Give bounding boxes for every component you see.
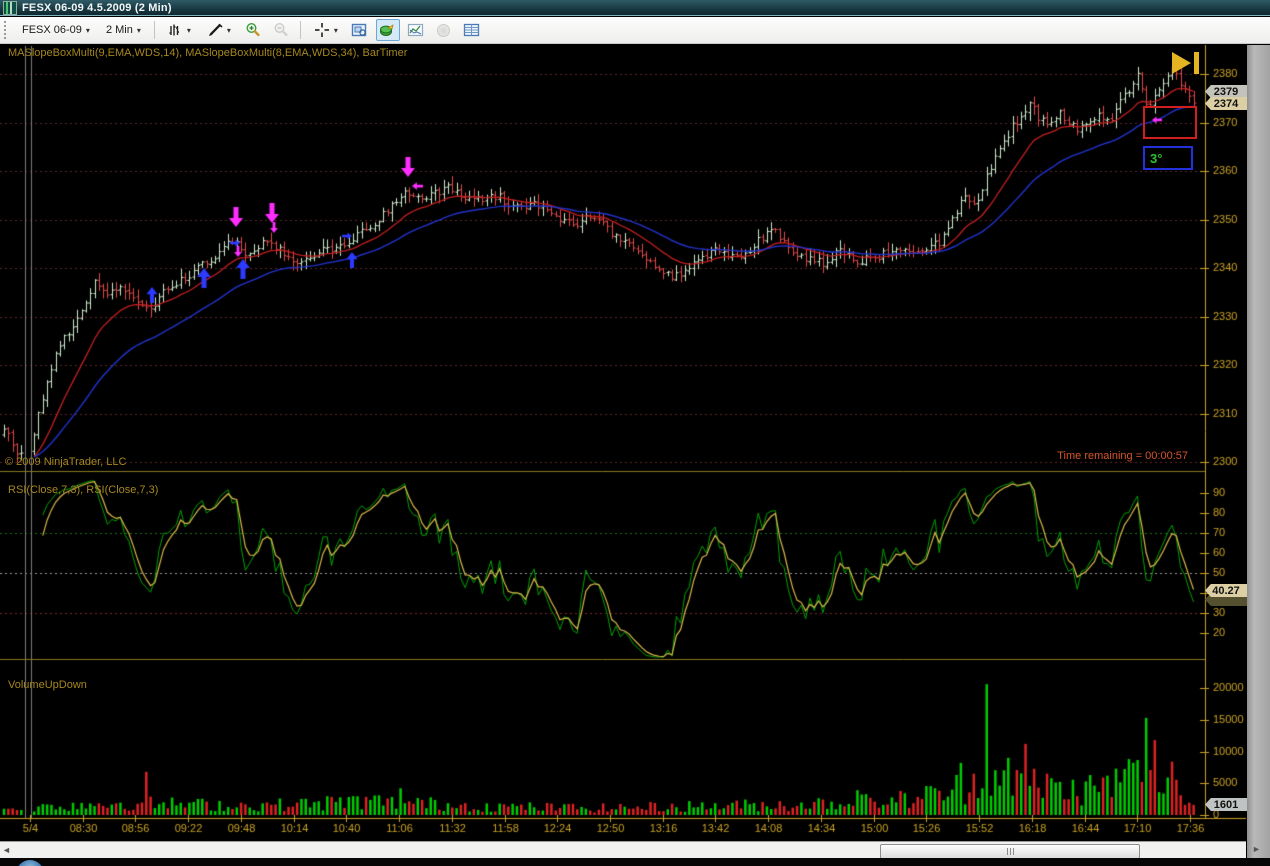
chevron-down-icon: ▾ xyxy=(136,25,141,35)
data-grid-icon xyxy=(464,23,480,37)
scroll-right-arrow-icon[interactable]: ► xyxy=(1252,844,1261,854)
slope-annotation-text: 3° xyxy=(1150,150,1163,166)
price-panel-indicator-label: MASlopeBoxMulti(9,EMA,WDS,14), MASlopeBo… xyxy=(8,47,408,59)
scroll-left-arrow-icon[interactable]: ◄ xyxy=(2,845,11,855)
interval-selector[interactable]: 2 Min ▾ xyxy=(100,21,147,39)
chevron-down-icon: ▾ xyxy=(226,25,231,35)
chart-style-icon xyxy=(169,24,179,35)
rsi-value-tag: 40.27 xyxy=(1205,584,1247,597)
chevron-down-icon: ▾ xyxy=(186,25,191,35)
scrollbar-thumb[interactable] xyxy=(880,844,1140,859)
replay-play-icon[interactable] xyxy=(1172,52,1191,74)
zoom-in-button[interactable] xyxy=(241,19,265,41)
toolbar: FESX 06-09 ▾ 2 Min ▾ ▾ ▾ ▾ xyxy=(0,17,1270,44)
crosshair-button[interactable]: ▾ xyxy=(308,19,344,41)
start-orb-icon[interactable] xyxy=(16,860,44,866)
copyright-label: © 2009 NinjaTrader, LLC xyxy=(5,456,127,468)
chart-canvas[interactable] xyxy=(0,0,1270,866)
toolbar-grip[interactable] xyxy=(4,21,10,39)
zoom-out-button xyxy=(269,19,293,41)
connection-status-icon xyxy=(437,23,451,37)
price-tag-behind: 2379 xyxy=(1205,85,1247,98)
chart-window-icon xyxy=(352,23,367,37)
slope-annotation-box[interactable]: 3° xyxy=(1143,146,1193,170)
interval-label: 2 Min xyxy=(105,24,133,36)
mini-chart-button[interactable] xyxy=(404,19,428,41)
chart-style-button[interactable]: ▾ xyxy=(162,20,197,41)
price-annotation-box[interactable] xyxy=(1143,106,1197,139)
connection-status-button xyxy=(432,19,456,41)
volume-value-tag: 1601 xyxy=(1205,798,1247,811)
window-title: FESX 06-09 4.5.2009 (2 Min) xyxy=(22,1,172,14)
instrument-selector[interactable]: FESX 06-09 ▾ xyxy=(16,21,96,39)
app-icon xyxy=(3,0,17,15)
draw-tool-button[interactable]: ▾ xyxy=(201,20,237,41)
chart-window-button[interactable] xyxy=(348,19,372,41)
zoom-out-icon xyxy=(274,22,288,37)
chart-trader-button[interactable] xyxy=(375,19,400,41)
taskbar-edge xyxy=(0,858,1270,866)
volume-panel-indicator-label: VolumeUpDown xyxy=(8,679,87,691)
chevron-down-icon: ▾ xyxy=(333,25,338,35)
rsi-panel-indicator-label: RSI(Close,7,3), RSI(Close,7,3) xyxy=(8,484,159,496)
toolbar-separator xyxy=(153,21,155,39)
zoom-in-icon xyxy=(246,22,260,37)
instrument-label: FESX 06-09 xyxy=(22,24,82,36)
crosshair-icon xyxy=(314,23,329,37)
title-bar[interactable]: FESX 06-09 4.5.2009 (2 Min) xyxy=(0,0,1270,16)
chart-trader-icon xyxy=(380,24,394,36)
window-right-border xyxy=(1247,45,1270,858)
data-grid-button[interactable] xyxy=(460,19,484,41)
replay-pause-bar-icon xyxy=(1194,52,1199,74)
chevron-down-icon: ▾ xyxy=(85,25,90,35)
last-price-tag: 2374 xyxy=(1205,97,1247,110)
mini-chart-icon xyxy=(408,23,424,37)
horizontal-scrollbar[interactable]: ◄ xyxy=(0,841,1246,859)
draw-tool-icon xyxy=(208,23,223,36)
toolbar-separator xyxy=(299,21,301,39)
bar-timer-label: Time remaining = 00:00:57 xyxy=(1057,450,1188,462)
